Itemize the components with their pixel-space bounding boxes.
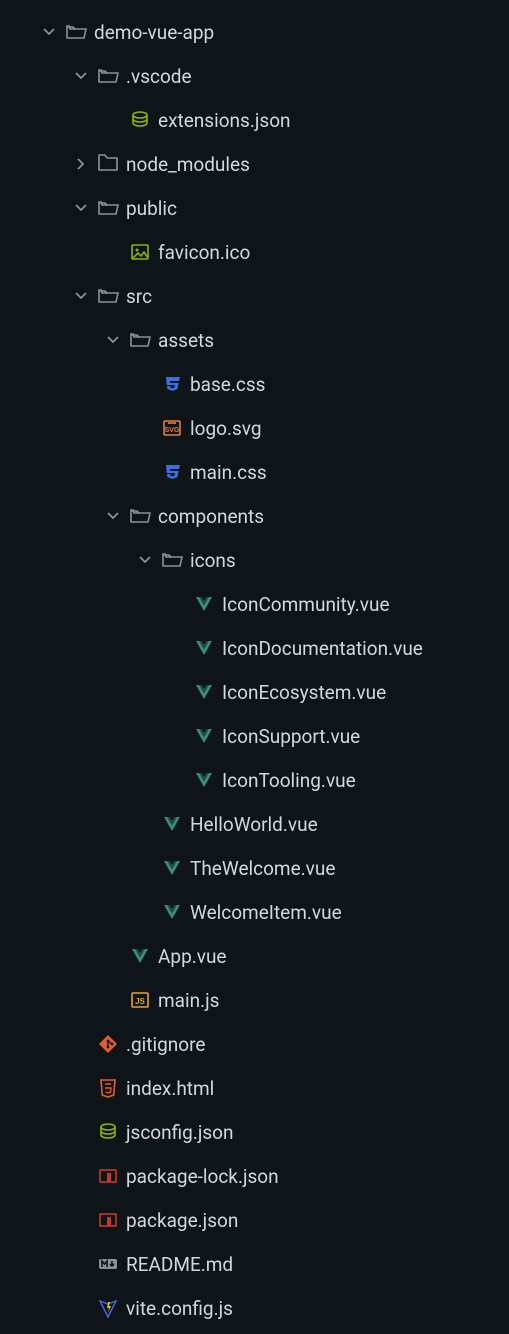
tree-item[interactable]: components	[0, 494, 509, 538]
tree-item[interactable]: main.js	[0, 978, 509, 1022]
tree-item[interactable]: node_modules	[0, 142, 509, 186]
tree-item-label: App.vue	[154, 945, 227, 968]
vue-icon	[158, 813, 186, 835]
chevron-down-icon[interactable]	[68, 70, 94, 82]
tree-item-label: WelcomeItem.vue	[186, 901, 342, 924]
tree-item-label: index.html	[122, 1077, 214, 1100]
tree-item-label: base.css	[186, 373, 265, 396]
npm-icon	[94, 1165, 122, 1187]
tree-item[interactable]: package.json	[0, 1198, 509, 1242]
vue-icon	[190, 593, 218, 615]
tree-item[interactable]: base.css	[0, 362, 509, 406]
tree-item[interactable]: icons	[0, 538, 509, 582]
tree-item-label: favicon.ico	[154, 241, 250, 264]
tree-item[interactable]: .vscode	[0, 54, 509, 98]
tree-item[interactable]: IconEcosystem.vue	[0, 670, 509, 714]
tree-item-label: IconDocumentation.vue	[218, 637, 423, 660]
tree-item-label: IconCommunity.vue	[218, 593, 390, 616]
tree-item-label: jsconfig.json	[122, 1121, 234, 1144]
tree-item[interactable]: favicon.ico	[0, 230, 509, 274]
vue-icon	[190, 769, 218, 791]
vue-icon	[158, 901, 186, 923]
folder-open-icon	[158, 549, 186, 571]
tree-item-label: src	[122, 285, 152, 308]
tree-item-label: package-lock.json	[122, 1165, 279, 1188]
git-icon	[94, 1033, 122, 1055]
tree-item[interactable]: IconSupport.vue	[0, 714, 509, 758]
vite-icon	[94, 1297, 122, 1319]
tree-item-label: IconSupport.vue	[218, 725, 360, 748]
tree-item[interactable]: src	[0, 274, 509, 318]
tree-item[interactable]: vite.config.js	[0, 1286, 509, 1330]
chevron-down-icon[interactable]	[100, 334, 126, 346]
vue-icon	[126, 945, 154, 967]
svg-icon	[158, 417, 186, 439]
tree-item[interactable]: main.css	[0, 450, 509, 494]
tree-item-label: main.js	[154, 989, 219, 1012]
json-icon	[126, 109, 154, 131]
chevron-down-icon[interactable]	[132, 554, 158, 566]
folder-open-icon	[126, 505, 154, 527]
folder-open-icon	[94, 197, 122, 219]
tree-item[interactable]: demo-vue-app	[0, 10, 509, 54]
tree-item-label: IconEcosystem.vue	[218, 681, 386, 704]
tree-item[interactable]: WelcomeItem.vue	[0, 890, 509, 934]
tree-item-label: public	[122, 197, 177, 220]
tree-item-label: TheWelcome.vue	[186, 857, 335, 880]
tree-item-label: vite.config.js	[122, 1297, 233, 1320]
tree-item-label: demo-vue-app	[90, 21, 214, 44]
tree-item-label: main.css	[186, 461, 267, 484]
tree-item[interactable]: .gitignore	[0, 1022, 509, 1066]
tree-item[interactable]: HelloWorld.vue	[0, 802, 509, 846]
tree-item[interactable]: assets	[0, 318, 509, 362]
folder-open-icon	[126, 329, 154, 351]
css-icon	[158, 373, 186, 395]
html-icon	[94, 1077, 122, 1099]
tree-item[interactable]: README.md	[0, 1242, 509, 1286]
image-icon	[126, 241, 154, 263]
vue-icon	[190, 637, 218, 659]
vue-icon	[190, 725, 218, 747]
npm-icon	[94, 1209, 122, 1231]
tree-item[interactable]: TheWelcome.vue	[0, 846, 509, 890]
js-icon	[126, 989, 154, 1011]
tree-item-label: icons	[186, 549, 236, 572]
folder-open-icon	[94, 285, 122, 307]
tree-item-label: assets	[154, 329, 214, 352]
folder-icon	[94, 153, 122, 175]
folder-open-icon	[94, 65, 122, 87]
tree-item-label: logo.svg	[186, 417, 262, 440]
chevron-down-icon[interactable]	[68, 202, 94, 214]
chevron-down-icon[interactable]	[36, 26, 62, 38]
chevron-right-icon[interactable]	[68, 158, 94, 170]
tree-item-label: README.md	[122, 1253, 233, 1276]
tree-item-label: IconTooling.vue	[218, 769, 356, 792]
tree-item-label: .vscode	[122, 65, 192, 88]
chevron-down-icon[interactable]	[68, 290, 94, 302]
tree-item[interactable]: IconTooling.vue	[0, 758, 509, 802]
vue-icon	[158, 857, 186, 879]
tree-item-label: components	[154, 505, 264, 528]
file-tree: demo-vue-app .vscode extensions.json node_m…	[0, 10, 509, 1330]
tree-item[interactable]: App.vue	[0, 934, 509, 978]
tree-item[interactable]: IconCommunity.vue	[0, 582, 509, 626]
tree-item[interactable]: package-lock.json	[0, 1154, 509, 1198]
folder-open-icon	[62, 21, 90, 43]
tree-item[interactable]: jsconfig.json	[0, 1110, 509, 1154]
tree-item[interactable]: extensions.json	[0, 98, 509, 142]
tree-item[interactable]: IconDocumentation.vue	[0, 626, 509, 670]
tree-item[interactable]: logo.svg	[0, 406, 509, 450]
tree-item-label: HelloWorld.vue	[186, 813, 318, 836]
tree-item[interactable]: public	[0, 186, 509, 230]
json-icon	[94, 1121, 122, 1143]
css-icon	[158, 461, 186, 483]
chevron-down-icon[interactable]	[100, 510, 126, 522]
vue-icon	[190, 681, 218, 703]
tree-item-label: node_modules	[122, 153, 250, 176]
tree-item[interactable]: index.html	[0, 1066, 509, 1110]
tree-item-label: extensions.json	[154, 109, 291, 132]
tree-item-label: package.json	[122, 1209, 238, 1232]
tree-item-label: .gitignore	[122, 1033, 205, 1056]
md-icon	[94, 1253, 122, 1275]
